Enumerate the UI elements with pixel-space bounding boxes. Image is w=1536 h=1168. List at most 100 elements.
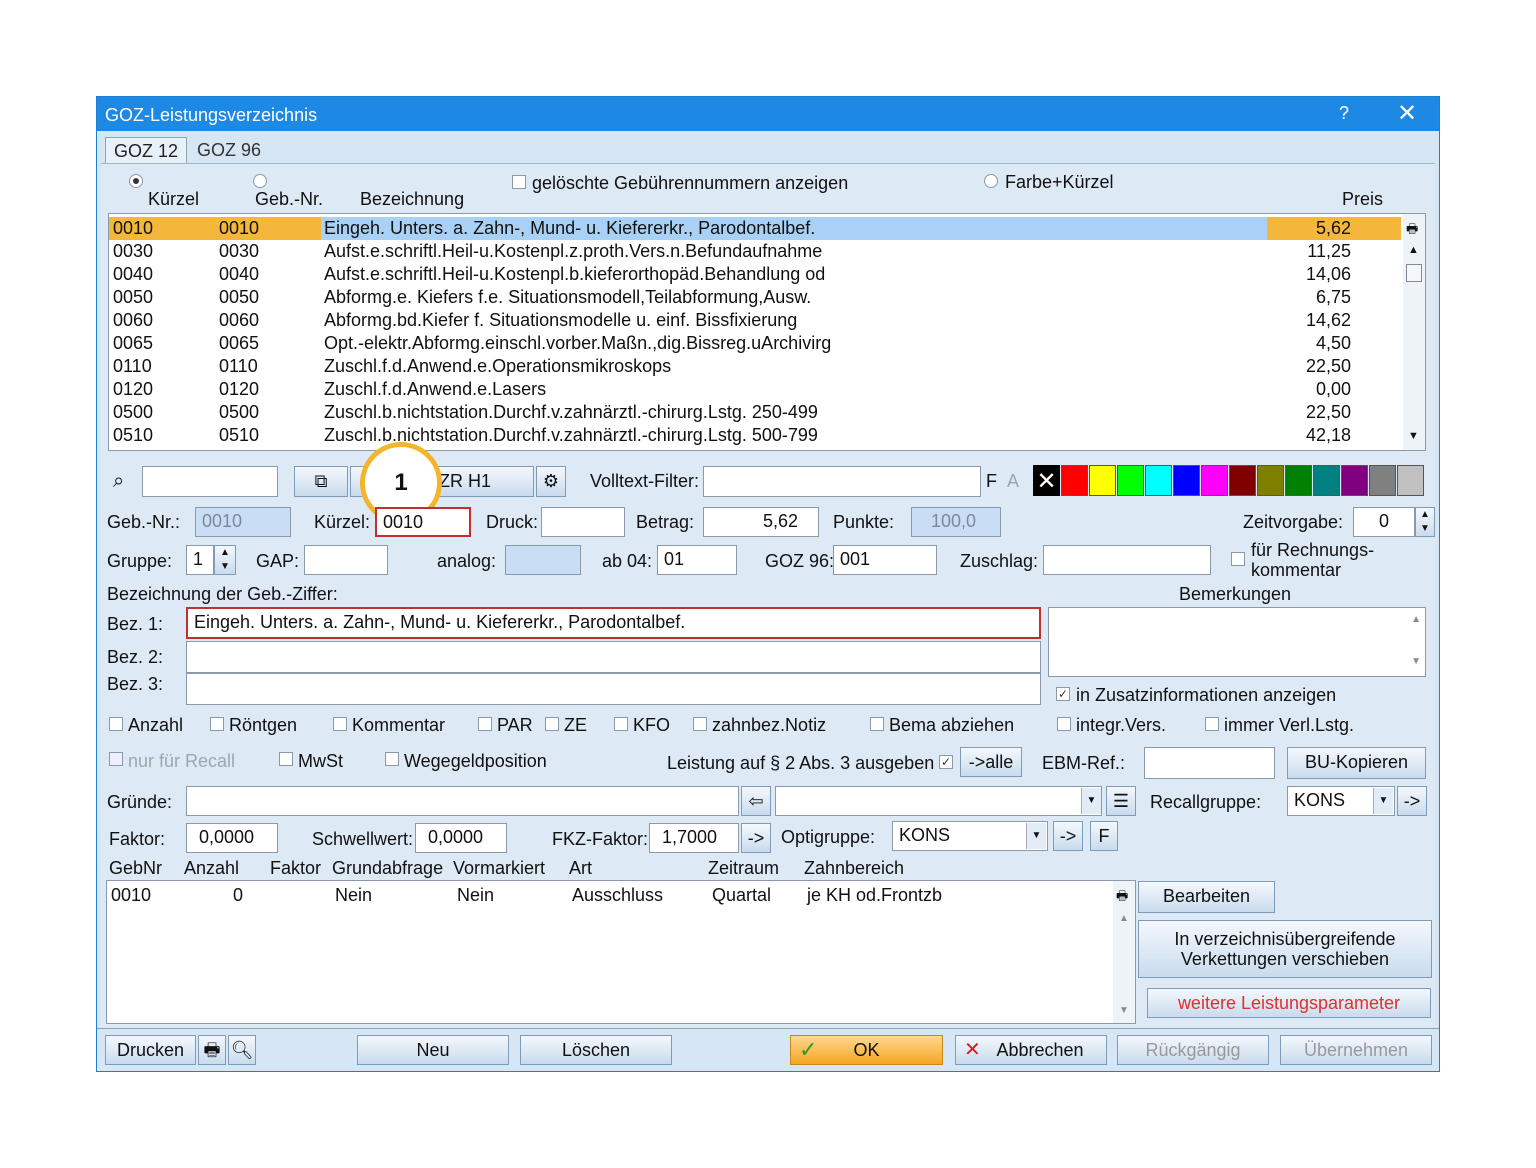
list-row[interactable]: 0050 0050 Abformg.e. Kiefers f.e. Situatio… — [109, 286, 1401, 309]
zeit-field[interactable]: 0 — [1353, 507, 1415, 537]
notiz-checkbox[interactable] — [693, 717, 707, 731]
opti-f-button[interactable]: F — [1090, 821, 1118, 851]
color-swatch[interactable] — [1397, 465, 1424, 496]
punkte-field[interactable]: 100,0 — [911, 507, 1001, 537]
list-row[interactable]: 0065 0065 Opt.-elektr.Abformg.einschl.vorb… — [109, 332, 1401, 355]
color-swatch[interactable] — [1117, 465, 1144, 496]
bemerkungen-field[interactable]: ▲ ▼ — [1048, 607, 1426, 677]
mwst-checkbox[interactable] — [279, 752, 293, 766]
verkettung-table[interactable]: 0010 0 Nein Nein Ausschluss Quartal je K… — [106, 880, 1136, 1024]
color-swatch[interactable] — [1257, 465, 1284, 496]
chevron-down-icon[interactable]: ▼ — [1081, 788, 1101, 814]
color-swatch[interactable] — [1145, 465, 1172, 496]
opti-arrow-button[interactable]: -> — [1053, 821, 1083, 851]
druck-field[interactable] — [541, 507, 625, 537]
col-header-bezeichnung[interactable]: Bezeichnung — [360, 189, 464, 210]
uebernehmen-button[interactable]: Übernehmen — [1280, 1035, 1432, 1065]
chevron-down-icon[interactable]: ▼ — [1373, 788, 1393, 814]
list-row[interactable]: 0060 0060 Abformg.bd.Kiefer f. Situationsm… — [109, 309, 1401, 332]
neu-button[interactable]: Neu — [357, 1035, 509, 1065]
col-header-grundabfrage[interactable]: Grundabfrage — [332, 858, 443, 879]
betrag-field[interactable]: 5,62 — [703, 507, 819, 537]
ebm-field[interactable] — [1144, 747, 1275, 779]
bez2-field[interactable] — [186, 641, 1041, 673]
scroll-up-icon[interactable]: ▲ — [1411, 614, 1421, 625]
scroll-down-icon[interactable]: ▼ — [1408, 430, 1419, 442]
col-header-kuerzel[interactable]: Kürzel — [148, 189, 199, 210]
search-input[interactable] — [142, 466, 278, 497]
gruppe-field[interactable]: 1 — [186, 545, 214, 575]
kfo-checkbox[interactable] — [614, 717, 628, 731]
fkz-field[interactable]: 1,7000 — [649, 823, 739, 853]
color-swatch[interactable] — [1173, 465, 1200, 496]
zusatz-checkbox[interactable]: ✓ — [1056, 687, 1070, 701]
loeschen-button[interactable]: Löschen — [520, 1035, 672, 1065]
ab04-field[interactable]: 01 — [657, 545, 737, 575]
par-checkbox[interactable] — [478, 717, 492, 731]
zoom-button[interactable]: 🔍︎ — [228, 1035, 256, 1065]
optigruppe-combo[interactable]: KONS — [892, 821, 1048, 851]
bu-kopieren-button[interactable]: BU-Kopieren — [1287, 747, 1426, 779]
integr-checkbox[interactable] — [1057, 717, 1071, 731]
wege-checkbox[interactable] — [385, 752, 399, 766]
list-row[interactable]: 0040 0040 Aufst.e.schriftl.Heil-u.Kostenpl… — [109, 263, 1401, 286]
help-button[interactable]: ? — [1339, 103, 1349, 124]
list-row[interactable]: 0110 0110 Zuschl.f.d.Anwend.e.Operationsmi… — [109, 355, 1401, 378]
col-header-art[interactable]: Art — [569, 858, 592, 879]
list-row[interactable]: 0500 0500 Zuschl.b.nichtstation.Durchf.v.z… — [109, 401, 1401, 424]
roentgen-checkbox[interactable] — [210, 717, 224, 731]
printer-icon[interactable]: 🖶 — [1406, 220, 1418, 242]
recall-checkbox[interactable] — [109, 752, 123, 766]
col-header-preis[interactable]: Preis — [1342, 189, 1383, 210]
zeit-spinner[interactable]: ▲ ▼ — [1415, 507, 1435, 537]
list-row[interactable]: 0030 0030 Aufst.e.schriftl.Heil-u.Kostenpl… — [109, 240, 1401, 263]
radio-gebnr[interactable] — [253, 174, 267, 188]
verketten-button[interactable]: In verzeichnisübergreifende Verkettungen… — [1138, 920, 1432, 978]
radio-farbe[interactable] — [984, 174, 998, 188]
color-swatch[interactable] — [1313, 465, 1340, 496]
list-row[interactable]: 0120 0120 Zuschl.f.d.Anwend.e.Lasers 0,00 — [109, 378, 1401, 401]
radio-kuerzel[interactable] — [129, 174, 143, 188]
color-swatch[interactable] — [1341, 465, 1368, 496]
kommentar-checkbox[interactable] — [333, 717, 347, 731]
leistung-checkbox[interactable]: ✓ — [939, 755, 953, 769]
chevron-down-icon[interactable]: ▼ — [1026, 823, 1046, 849]
scroll-up-icon[interactable]: ▲ — [1119, 913, 1129, 924]
filter-f-button[interactable]: F — [986, 471, 997, 492]
deleted-checkbox[interactable] — [512, 175, 526, 189]
printer-icon[interactable]: 🖶 — [1116, 887, 1128, 909]
bez3-field[interactable] — [186, 673, 1041, 705]
fkz-arrow-button[interactable]: -> — [741, 823, 771, 853]
volltext-filter-input[interactable] — [703, 466, 981, 497]
color-swatch[interactable] — [1229, 465, 1256, 496]
gruppe-spinner[interactable]: ▲ ▼ — [214, 545, 236, 575]
col-header-gebnr[interactable]: GebNr — [109, 858, 162, 879]
close-button[interactable]: ✕ — [1397, 99, 1417, 128]
color-swatch[interactable] — [1285, 465, 1312, 496]
gebnr-field[interactable]: 0010 — [195, 507, 291, 537]
drucken-button[interactable]: Drucken — [105, 1035, 196, 1065]
col-header-zahnbereich[interactable]: Zahnbereich — [804, 858, 904, 879]
gruende-back-button[interactable]: ⇦ — [741, 786, 771, 816]
table-scrollbar[interactable]: 🖶 ▲ ▼ — [1113, 881, 1135, 1023]
color-swatch[interactable] — [1201, 465, 1228, 496]
ze-checkbox[interactable] — [545, 717, 559, 731]
recall-arrow-button[interactable]: -> — [1397, 786, 1427, 816]
scroll-down-icon[interactable]: ▼ — [1119, 1005, 1129, 1016]
anzahl-checkbox[interactable] — [109, 717, 123, 731]
rechnung-checkbox[interactable] — [1231, 552, 1245, 566]
alle-button[interactable]: ->alle — [960, 747, 1022, 777]
list-row[interactable]: 0010 0010 Eingeh. Unters. a. Zahn-, Mund-… — [109, 217, 1401, 240]
color-swatch[interactable] — [1089, 465, 1116, 496]
bema-checkbox[interactable] — [870, 717, 884, 731]
kuerzel-field[interactable]: 0010 — [375, 507, 471, 537]
color-swatch[interactable]: ✕ — [1033, 465, 1060, 496]
col-header-gebnr[interactable]: Geb.-Nr. — [255, 189, 323, 210]
tab-goz96[interactable]: GOZ 96 — [189, 137, 269, 165]
abbrechen-button[interactable]: ✕ Abbrechen — [955, 1035, 1107, 1065]
scroll-up-icon[interactable]: ▲ — [1408, 244, 1419, 256]
col-header-faktor[interactable]: Faktor — [270, 858, 321, 879]
binoculars-icon[interactable]: ⌕ — [113, 470, 124, 493]
color-swatch[interactable] — [1369, 465, 1396, 496]
col-header-zeitraum[interactable]: Zeitraum — [708, 858, 779, 879]
